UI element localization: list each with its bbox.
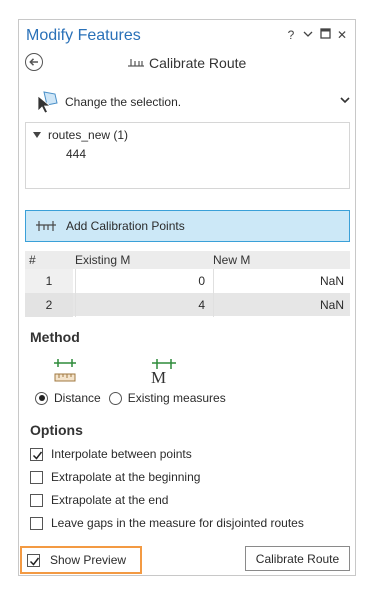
- checkbox-extrapolate-beginning[interactable]: [30, 470, 43, 484]
- calibration-points-table: # Existing M New M 1 0 NaN 2 4 NaN: [25, 251, 350, 317]
- radio-distance[interactable]: [35, 391, 48, 405]
- show-preview-highlight: Show Preview: [20, 546, 142, 574]
- menu-chevron-icon[interactable]: [301, 28, 315, 42]
- column-header-existing-m: Existing M: [75, 253, 131, 267]
- existing-measures-icon: M: [151, 359, 179, 387]
- show-preview-label: Show Preview: [50, 553, 127, 567]
- select-features-icon: [37, 91, 58, 114]
- table-header: # Existing M New M: [25, 251, 350, 269]
- distance-ruler-icon: [54, 359, 76, 382]
- option-extrapolate-beginning-label: Extrapolate at the beginning: [51, 470, 201, 484]
- add-calibration-points-button[interactable]: Add Calibration Points: [25, 210, 350, 242]
- restore-icon[interactable]: [318, 28, 332, 42]
- option-extrapolate-beginning[interactable]: Extrapolate at the beginning: [30, 469, 200, 485]
- options-heading: Options: [30, 422, 83, 438]
- option-interpolate-label: Interpolate between points: [51, 447, 192, 461]
- tree-feature-item[interactable]: 444: [66, 147, 86, 161]
- change-selection-label: Change the selection.: [65, 95, 182, 109]
- radio-existing-measures[interactable]: [108, 391, 122, 405]
- radio-existing-measures-label: Existing measures: [127, 391, 226, 405]
- option-interpolate[interactable]: Interpolate between points: [30, 446, 192, 462]
- back-button[interactable]: [25, 53, 43, 71]
- checkbox-show-preview[interactable]: [27, 553, 40, 567]
- new-m-cell[interactable]: NaN: [213, 293, 350, 317]
- checkbox-interpolate[interactable]: [30, 447, 43, 461]
- chevron-down-icon[interactable]: [339, 94, 351, 106]
- option-leave-gaps-label: Leave gaps in the measure for disjointed…: [51, 516, 304, 530]
- help-icon[interactable]: ?: [284, 28, 298, 42]
- modify-features-pane: Modify Features ? ✕ Calibrate Route Chan…: [18, 19, 356, 576]
- tool-title-label: Calibrate Route: [149, 55, 247, 71]
- option-extrapolate-end-label: Extrapolate at the end: [51, 493, 169, 507]
- close-icon[interactable]: ✕: [335, 28, 349, 42]
- row-number: 2: [25, 293, 73, 317]
- check-icon: [29, 557, 40, 566]
- method-distance-radio[interactable]: Distance Existing measures: [35, 390, 226, 406]
- calibration-points-icon: [36, 221, 56, 231]
- column-header-new-m: New M: [213, 253, 251, 267]
- tool-title: Calibrate Route: [127, 54, 246, 72]
- row-number: 1: [25, 269, 73, 293]
- option-extrapolate-end[interactable]: Extrapolate at the end: [30, 492, 168, 508]
- new-m-cell[interactable]: NaN: [213, 269, 350, 293]
- checkbox-extrapolate-end[interactable]: [30, 493, 43, 507]
- arrow-left-icon: [29, 58, 38, 66]
- m-glyph: M: [151, 368, 167, 387]
- radio-distance-label: Distance: [54, 391, 101, 405]
- pane-title: Modify Features: [26, 27, 141, 44]
- checkbox-leave-gaps[interactable]: [30, 516, 43, 530]
- existing-m-cell[interactable]: 0: [75, 269, 211, 293]
- expand-triangle-icon[interactable]: [33, 132, 41, 138]
- calibrate-route-icon: [128, 59, 144, 67]
- change-selection-row[interactable]: Change the selection.: [35, 90, 351, 116]
- show-preview-option[interactable]: Show Preview: [27, 553, 126, 567]
- check-icon: [32, 451, 43, 460]
- column-header-number: #: [29, 253, 36, 267]
- table-row[interactable]: 2 4 NaN: [25, 293, 350, 317]
- method-heading: Method: [30, 329, 80, 345]
- tree-layer-item[interactable]: routes_new (1): [48, 128, 128, 142]
- pane-titlebar: Modify Features ? ✕: [19, 20, 355, 52]
- table-row[interactable]: 1 0 NaN: [25, 269, 350, 293]
- selection-tree: routes_new (1) 444: [25, 122, 350, 189]
- existing-m-cell[interactable]: 4: [75, 293, 211, 317]
- calibrate-route-button[interactable]: Calibrate Route: [245, 546, 350, 571]
- add-calibration-points-label: Add Calibration Points: [66, 219, 185, 233]
- option-leave-gaps[interactable]: Leave gaps in the measure for disjointed…: [30, 515, 304, 531]
